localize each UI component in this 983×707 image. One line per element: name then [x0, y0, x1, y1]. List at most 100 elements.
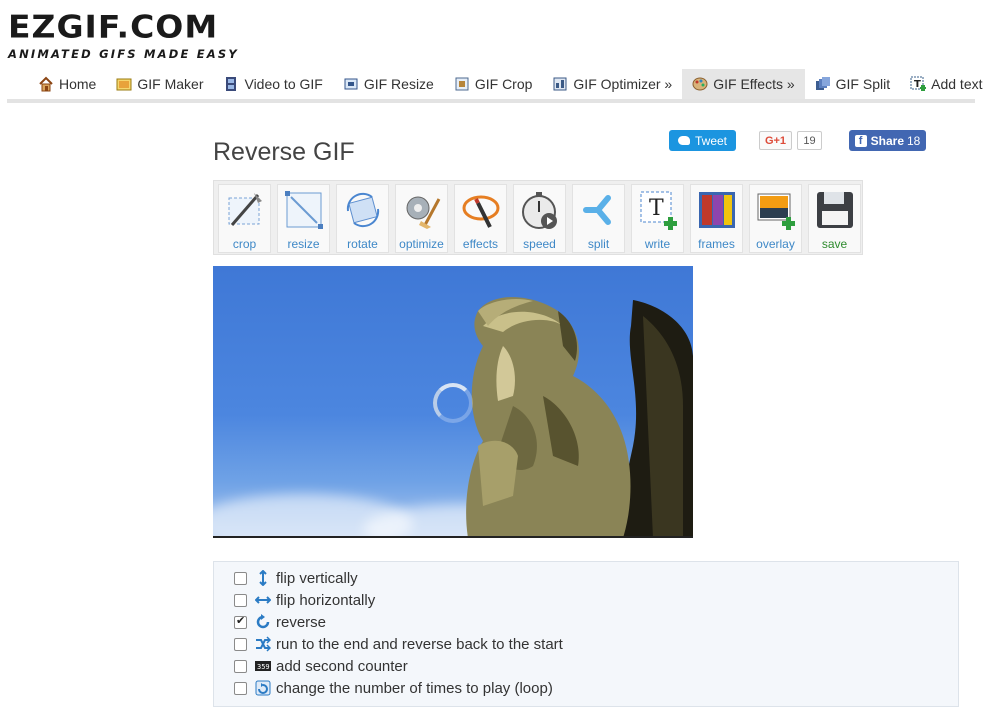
- gif-preview: [213, 266, 693, 538]
- twitter-bird-icon: [677, 136, 690, 145]
- nav-gif-split[interactable]: GIF Split: [805, 69, 900, 99]
- shuffle-icon: [255, 636, 272, 652]
- option-second-counter[interactable]: 359 add second counter: [234, 655, 408, 677]
- gplus-button[interactable]: G+1: [759, 131, 792, 150]
- optimize-tool-icon: [401, 189, 443, 231]
- nav-gif-maker[interactable]: GIF Maker: [106, 69, 213, 99]
- option-label: flip vertically: [276, 569, 358, 587]
- nav-label: GIF Crop: [474, 76, 533, 92]
- tool-label: split: [587, 237, 610, 251]
- facebook-share-button[interactable]: f Share 18: [849, 130, 926, 151]
- tool-speed[interactable]: speed: [513, 184, 566, 253]
- checkbox[interactable]: [234, 637, 247, 651]
- nav-label: GIF Maker: [137, 76, 204, 92]
- tool-label: write: [644, 237, 671, 251]
- tool-frames[interactable]: frames: [690, 184, 743, 253]
- nav-video-to-gif[interactable]: Video to GIF: [213, 69, 332, 99]
- overlay-tool-icon: [755, 189, 797, 231]
- tool-label: speed: [523, 237, 556, 251]
- nav-gif-resize[interactable]: GIF Resize: [333, 69, 444, 99]
- tweet-button[interactable]: Tweet: [669, 130, 736, 151]
- nav-label: Add text: [931, 76, 983, 92]
- loading-spinner-icon: [433, 383, 473, 423]
- svg-text:T: T: [914, 79, 921, 90]
- fb-share-count: 18: [907, 133, 921, 148]
- page-title: Reverse GIF: [213, 138, 355, 166]
- nav-gif-optimizer[interactable]: GIF Optimizer »: [542, 69, 682, 99]
- logo-tagline: ANIMATED GIFS MADE EASY: [8, 47, 239, 61]
- tool-crop[interactable]: crop: [218, 184, 271, 253]
- option-flip-horizontally[interactable]: flip horizontally: [234, 589, 375, 611]
- rotate-tool-icon: [342, 189, 384, 231]
- tool-split[interactable]: split: [572, 184, 625, 253]
- tool-rotate[interactable]: rotate: [336, 184, 389, 253]
- resize-icon: [343, 76, 359, 92]
- fb-share-label: Share: [870, 133, 904, 148]
- house-icon: [38, 76, 54, 92]
- resize-tool-icon: [283, 189, 325, 231]
- checkbox[interactable]: [234, 681, 247, 695]
- tool-save[interactable]: save: [808, 184, 861, 253]
- optimizer-icon: [552, 76, 568, 92]
- tool-effects[interactable]: effects: [454, 184, 507, 253]
- crop-icon: [454, 76, 470, 92]
- tool-overlay[interactable]: overlay: [749, 184, 802, 253]
- tool-label: effects: [462, 237, 499, 251]
- nav-gif-crop[interactable]: GIF Crop: [444, 69, 543, 99]
- checkbox-checked[interactable]: [234, 614, 247, 629]
- nav-label: Video to GIF: [244, 76, 323, 92]
- checkbox[interactable]: [234, 659, 247, 673]
- option-reverse[interactable]: reverse: [234, 611, 326, 633]
- checkbox[interactable]: [234, 593, 247, 607]
- nav-label: Home: [59, 76, 97, 92]
- nav-label: GIF Split: [835, 76, 891, 92]
- nav-gif-effects[interactable]: GIF Effects »: [682, 69, 805, 99]
- tweet-label: Tweet: [694, 133, 727, 148]
- nav-divider: [7, 99, 975, 103]
- option-label: run to the end and reverse back to the s…: [276, 635, 563, 653]
- tool-write[interactable]: T write: [631, 184, 684, 253]
- tool-label: overlay: [756, 237, 795, 251]
- tool-bar: crop resize rotate optimize effects spee…: [213, 180, 863, 255]
- loop-icon: [255, 680, 271, 696]
- tool-label: frames: [698, 237, 735, 251]
- stopwatch-icon: [519, 189, 561, 231]
- nav-label: GIF Resize: [363, 76, 434, 92]
- facebook-icon: f: [854, 134, 867, 147]
- option-flip-vertically[interactable]: flip vertically: [234, 567, 358, 589]
- main-nav: Home GIF Maker Video to GIF GIF Resize G…: [28, 69, 983, 99]
- gplus-label: G+1: [764, 134, 787, 147]
- svg-text:359: 359: [257, 663, 270, 671]
- film-icon: [223, 76, 239, 92]
- split-tool-icon: [578, 189, 620, 231]
- reverse-icon: [255, 614, 271, 630]
- nav-label: GIF Optimizer »: [573, 76, 673, 92]
- nav-home[interactable]: Home: [28, 69, 106, 99]
- effect-options-panel: flip vertically flip horizontally revers…: [213, 561, 959, 707]
- checkbox[interactable]: [234, 571, 247, 585]
- svg-text:T: T: [649, 196, 664, 221]
- frames-tool-icon: [696, 189, 738, 231]
- tool-label: optimize: [399, 237, 444, 251]
- tool-label: save: [821, 237, 848, 251]
- site-logo[interactable]: EZGIF.COM ANIMATED GIFS MADE EASY: [8, 8, 240, 61]
- vertical-arrows-icon: [255, 569, 271, 587]
- option-label: change the number of times to play (loop…: [276, 679, 553, 697]
- logo-text: EZGIF.COM: [8, 8, 219, 46]
- option-label: flip horizontally: [276, 591, 376, 609]
- tool-label: crop: [232, 237, 257, 251]
- nav-add-text[interactable]: T Add text: [900, 69, 983, 99]
- option-loop-count[interactable]: change the number of times to play (loop…: [234, 677, 553, 699]
- tool-label: resize: [287, 237, 320, 251]
- gif-maker-icon: [116, 76, 132, 92]
- floppy-disk-icon: [814, 189, 856, 231]
- crop-tool-icon: [224, 189, 266, 231]
- tool-label: rotate: [347, 237, 378, 251]
- option-run-and-reverse[interactable]: run to the end and reverse back to the s…: [234, 633, 563, 655]
- counter-icon: 359: [255, 658, 271, 674]
- option-label: add second counter: [276, 657, 408, 675]
- tool-optimize[interactable]: optimize: [395, 184, 448, 253]
- option-label: reverse: [276, 613, 327, 631]
- tool-resize[interactable]: resize: [277, 184, 330, 253]
- write-tool-icon: T: [637, 189, 679, 231]
